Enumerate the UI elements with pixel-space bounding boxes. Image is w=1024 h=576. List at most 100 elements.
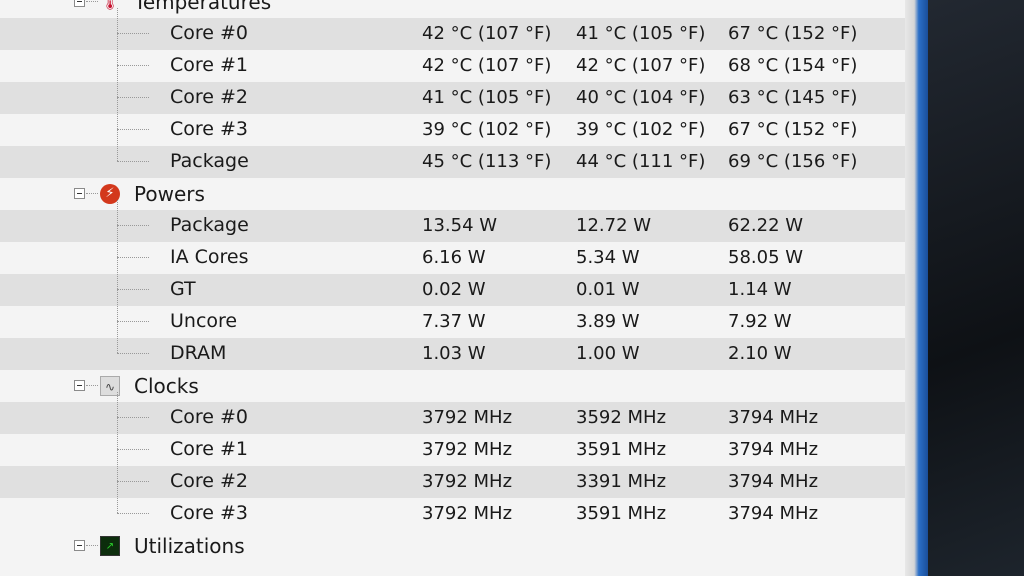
value-min: 3591 MHz <box>576 439 667 460</box>
tree-connector <box>117 97 149 98</box>
value-current: 3792 MHz <box>422 407 513 428</box>
value-max: 67 °C (152 °F) <box>728 119 858 140</box>
value-min: 0.01 W <box>576 279 640 300</box>
value-max: 3794 MHz <box>728 439 819 460</box>
collapse-toggle-icon[interactable] <box>74 540 85 551</box>
value-min: 3592 MHz <box>576 407 667 428</box>
value-min: 40 °C (104 °F) <box>576 87 706 108</box>
tree-connector <box>86 1 98 2</box>
sensor-row[interactable]: Core #3 3792 MHz 3591 MHz 3794 MHz <box>0 498 905 530</box>
value-max: 62.22 W <box>728 215 804 236</box>
value-max: 69 °C (156 °F) <box>728 151 858 172</box>
tree-connector <box>117 161 149 162</box>
tree-connector <box>117 289 149 290</box>
value-min: 44 °C (111 °F) <box>576 151 706 172</box>
tree-connector <box>117 321 149 322</box>
sensor-row[interactable]: Core #0 3792 MHz 3592 MHz 3794 MHz <box>0 402 905 434</box>
collapse-toggle-icon[interactable] <box>74 380 85 391</box>
tree-connector <box>117 200 118 353</box>
tree-connector <box>86 545 98 546</box>
tree-connector <box>117 65 149 66</box>
value-max: 68 °C (154 °F) <box>728 55 858 76</box>
value-min: 3391 MHz <box>576 471 667 492</box>
group-label: Clocks <box>134 374 199 398</box>
sensor-row[interactable]: Core #1 3792 MHz 3591 MHz 3794 MHz <box>0 434 905 466</box>
value-current: 6.16 W <box>422 247 486 268</box>
group-temperatures[interactable]: 🌡 Temperatures <box>0 0 905 18</box>
sensor-name: Core #3 <box>170 502 249 524</box>
value-max: 1.14 W <box>728 279 792 300</box>
sensor-name: Core #3 <box>170 118 249 140</box>
tree-connector <box>117 8 118 161</box>
value-current: 42 °C (107 °F) <box>422 55 552 76</box>
sensor-name: Core #1 <box>170 438 249 460</box>
tree-connector <box>117 225 149 226</box>
sensor-row[interactable]: DRAM 1.03 W 1.00 W 2.10 W <box>0 338 905 370</box>
group-clocks[interactable]: ∿ Clocks <box>0 370 905 402</box>
collapse-toggle-icon[interactable] <box>74 188 85 199</box>
tree-connector <box>117 481 149 482</box>
sensor-tree: 🌡 Temperatures Core #0 42 °C (107 °F) 41 °C … <box>0 0 905 562</box>
sensor-row[interactable]: Core #1 42 °C (107 °F) 42 °C (107 °F) 68 °C… <box>0 50 905 82</box>
value-current: 41 °C (105 °F) <box>422 87 552 108</box>
sensor-name: Core #2 <box>170 470 249 492</box>
sensor-row[interactable]: Uncore 7.37 W 3.89 W 7.92 W <box>0 306 905 338</box>
value-min: 39 °C (102 °F) <box>576 119 706 140</box>
sensor-name: DRAM <box>170 342 227 364</box>
tree-connector <box>117 513 149 514</box>
value-min: 3591 MHz <box>576 503 667 524</box>
value-min: 5.34 W <box>576 247 640 268</box>
desktop-background <box>928 0 1024 576</box>
value-min: 12.72 W <box>576 215 652 236</box>
value-current: 3792 MHz <box>422 471 513 492</box>
value-current: 3792 MHz <box>422 439 513 460</box>
sensor-row[interactable]: Package 13.54 W 12.72 W 62.22 W <box>0 210 905 242</box>
sensor-name: Core #2 <box>170 86 249 108</box>
sensor-name: Uncore <box>170 310 238 332</box>
utilization-graph-icon: ↗ <box>100 536 120 556</box>
group-label: Utilizations <box>134 534 245 558</box>
group-powers[interactable]: ⚡ Powers <box>0 178 905 210</box>
sensor-row[interactable]: Core #3 39 °C (102 °F) 39 °C (102 °F) 67 °C… <box>0 114 905 146</box>
group-label: Temperatures <box>134 0 272 14</box>
value-min: 41 °C (105 °F) <box>576 23 706 44</box>
value-max: 63 °C (145 °F) <box>728 87 858 108</box>
value-max: 58.05 W <box>728 247 804 268</box>
monitor-window: 🌡 Temperatures Core #0 42 °C (107 °F) 41 °C … <box>0 0 928 576</box>
sensor-name: Core #0 <box>170 22 249 44</box>
value-current: 13.54 W <box>422 215 498 236</box>
tree-connector <box>117 392 118 513</box>
sensor-row[interactable]: Package 45 °C (113 °F) 44 °C (111 °F) 69 °C… <box>0 146 905 178</box>
group-label: Powers <box>134 182 205 206</box>
sensor-row[interactable]: Core #2 41 °C (105 °F) 40 °C (104 °F) 63 °C… <box>0 82 905 114</box>
tree-connector <box>117 257 149 258</box>
value-max: 3794 MHz <box>728 407 819 428</box>
tree-connector <box>86 193 98 194</box>
sensor-row[interactable]: GT 0.02 W 0.01 W 1.14 W <box>0 274 905 306</box>
sensor-name: Core #0 <box>170 406 249 428</box>
sensor-row[interactable]: Core #2 3792 MHz 3391 MHz 3794 MHz <box>0 466 905 498</box>
value-max: 3794 MHz <box>728 503 819 524</box>
sensor-name: Core #1 <box>170 54 249 76</box>
sensor-row[interactable]: Core #0 42 °C (107 °F) 41 °C (105 °F) 67 °C… <box>0 18 905 50</box>
value-current: 3792 MHz <box>422 503 513 524</box>
value-current: 42 °C (107 °F) <box>422 23 552 44</box>
value-max: 67 °C (152 °F) <box>728 23 858 44</box>
value-current: 7.37 W <box>422 311 486 332</box>
value-max: 2.10 W <box>728 343 792 364</box>
value-min: 42 °C (107 °F) <box>576 55 706 76</box>
sensor-name: Package <box>170 214 249 236</box>
value-current: 45 °C (113 °F) <box>422 151 552 172</box>
value-min: 3.89 W <box>576 311 640 332</box>
tree-connector <box>117 33 149 34</box>
value-max: 7.92 W <box>728 311 792 332</box>
sensor-row[interactable]: IA Cores 6.16 W 5.34 W 58.05 W <box>0 242 905 274</box>
group-utilizations[interactable]: ↗ Utilizations <box>0 530 905 562</box>
value-current: 0.02 W <box>422 279 486 300</box>
sensor-name: IA Cores <box>170 246 249 268</box>
value-current: 39 °C (102 °F) <box>422 119 552 140</box>
value-max: 3794 MHz <box>728 471 819 492</box>
collapse-toggle-icon[interactable] <box>74 0 85 7</box>
tree-connector <box>117 129 149 130</box>
value-min: 1.00 W <box>576 343 640 364</box>
